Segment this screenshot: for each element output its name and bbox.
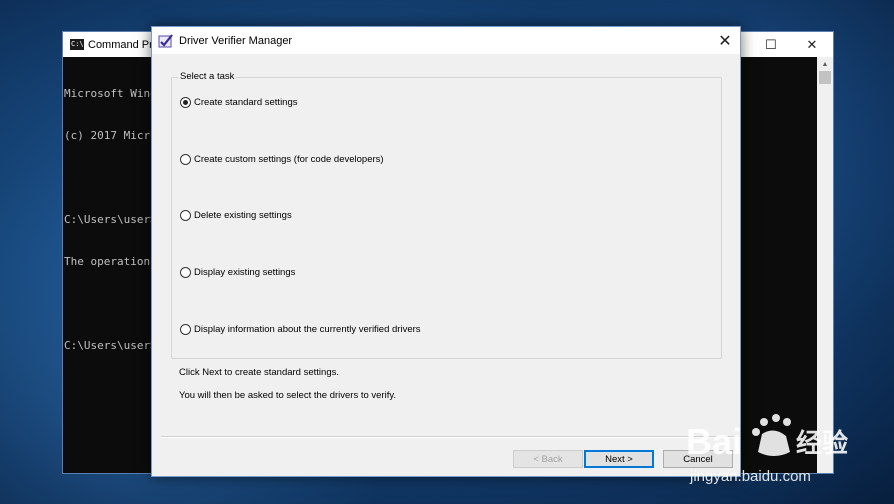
- back-button[interactable]: < Back: [513, 450, 583, 468]
- watermark-brand: Bai: [686, 421, 742, 462]
- info-text-line2: You will then be asked to select the dri…: [179, 390, 397, 401]
- radio-button[interactable]: [180, 154, 191, 165]
- scroll-up-arrow-icon[interactable]: ▲: [817, 57, 833, 71]
- close-icon[interactable]: ✕: [792, 32, 832, 57]
- option-create-standard[interactable]: Create standard settings: [180, 97, 298, 108]
- option-label[interactable]: Create custom settings (for code develop…: [194, 154, 384, 165]
- watermark-url: jingyan.baidu.com: [689, 468, 811, 485]
- task-groupbox: Select a task Create standard settings C…: [171, 71, 722, 359]
- maximize-icon[interactable]: ☐: [751, 32, 791, 57]
- option-label[interactable]: Display existing settings: [194, 267, 295, 278]
- option-label[interactable]: Create standard settings: [194, 97, 298, 108]
- console-icon: C:\: [70, 39, 84, 50]
- group-label: Select a task: [178, 71, 237, 82]
- baidu-jingyan-watermark-logo: Bai 经验 jingyan.baidu.com: [686, 414, 848, 485]
- dialog-titlebar[interactable]: Driver Verifier Manager ✕: [152, 27, 740, 54]
- option-display-existing[interactable]: Display existing settings: [180, 267, 295, 278]
- driver-verifier-dialog[interactable]: Driver Verifier Manager ✕ Select a task …: [151, 26, 741, 477]
- info-text-line1: Click Next to create standard settings.: [179, 367, 339, 378]
- divider: [161, 436, 740, 438]
- option-label[interactable]: Delete existing settings: [194, 210, 292, 221]
- option-delete-existing[interactable]: Delete existing settings: [180, 210, 292, 221]
- close-icon[interactable]: ✕: [710, 27, 740, 54]
- radio-button[interactable]: [180, 97, 191, 108]
- option-create-custom[interactable]: Create custom settings (for code develop…: [180, 154, 384, 165]
- cmd-window-title: Command Pro: [88, 38, 159, 51]
- verifier-checkmark-icon: [158, 33, 173, 47]
- radio-button[interactable]: [180, 210, 191, 221]
- scrollbar-thumb[interactable]: [819, 71, 831, 84]
- radio-button[interactable]: [180, 267, 191, 278]
- watermark-brand-cn: 经验: [796, 428, 848, 459]
- radio-selected-dot: [183, 100, 188, 105]
- option-label[interactable]: Display information about the currently …: [194, 324, 421, 335]
- radio-button[interactable]: [180, 324, 191, 335]
- next-button[interactable]: Next >: [584, 450, 654, 468]
- option-display-info[interactable]: Display information about the currently …: [180, 324, 421, 335]
- dialog-title: Driver Verifier Manager: [179, 34, 293, 47]
